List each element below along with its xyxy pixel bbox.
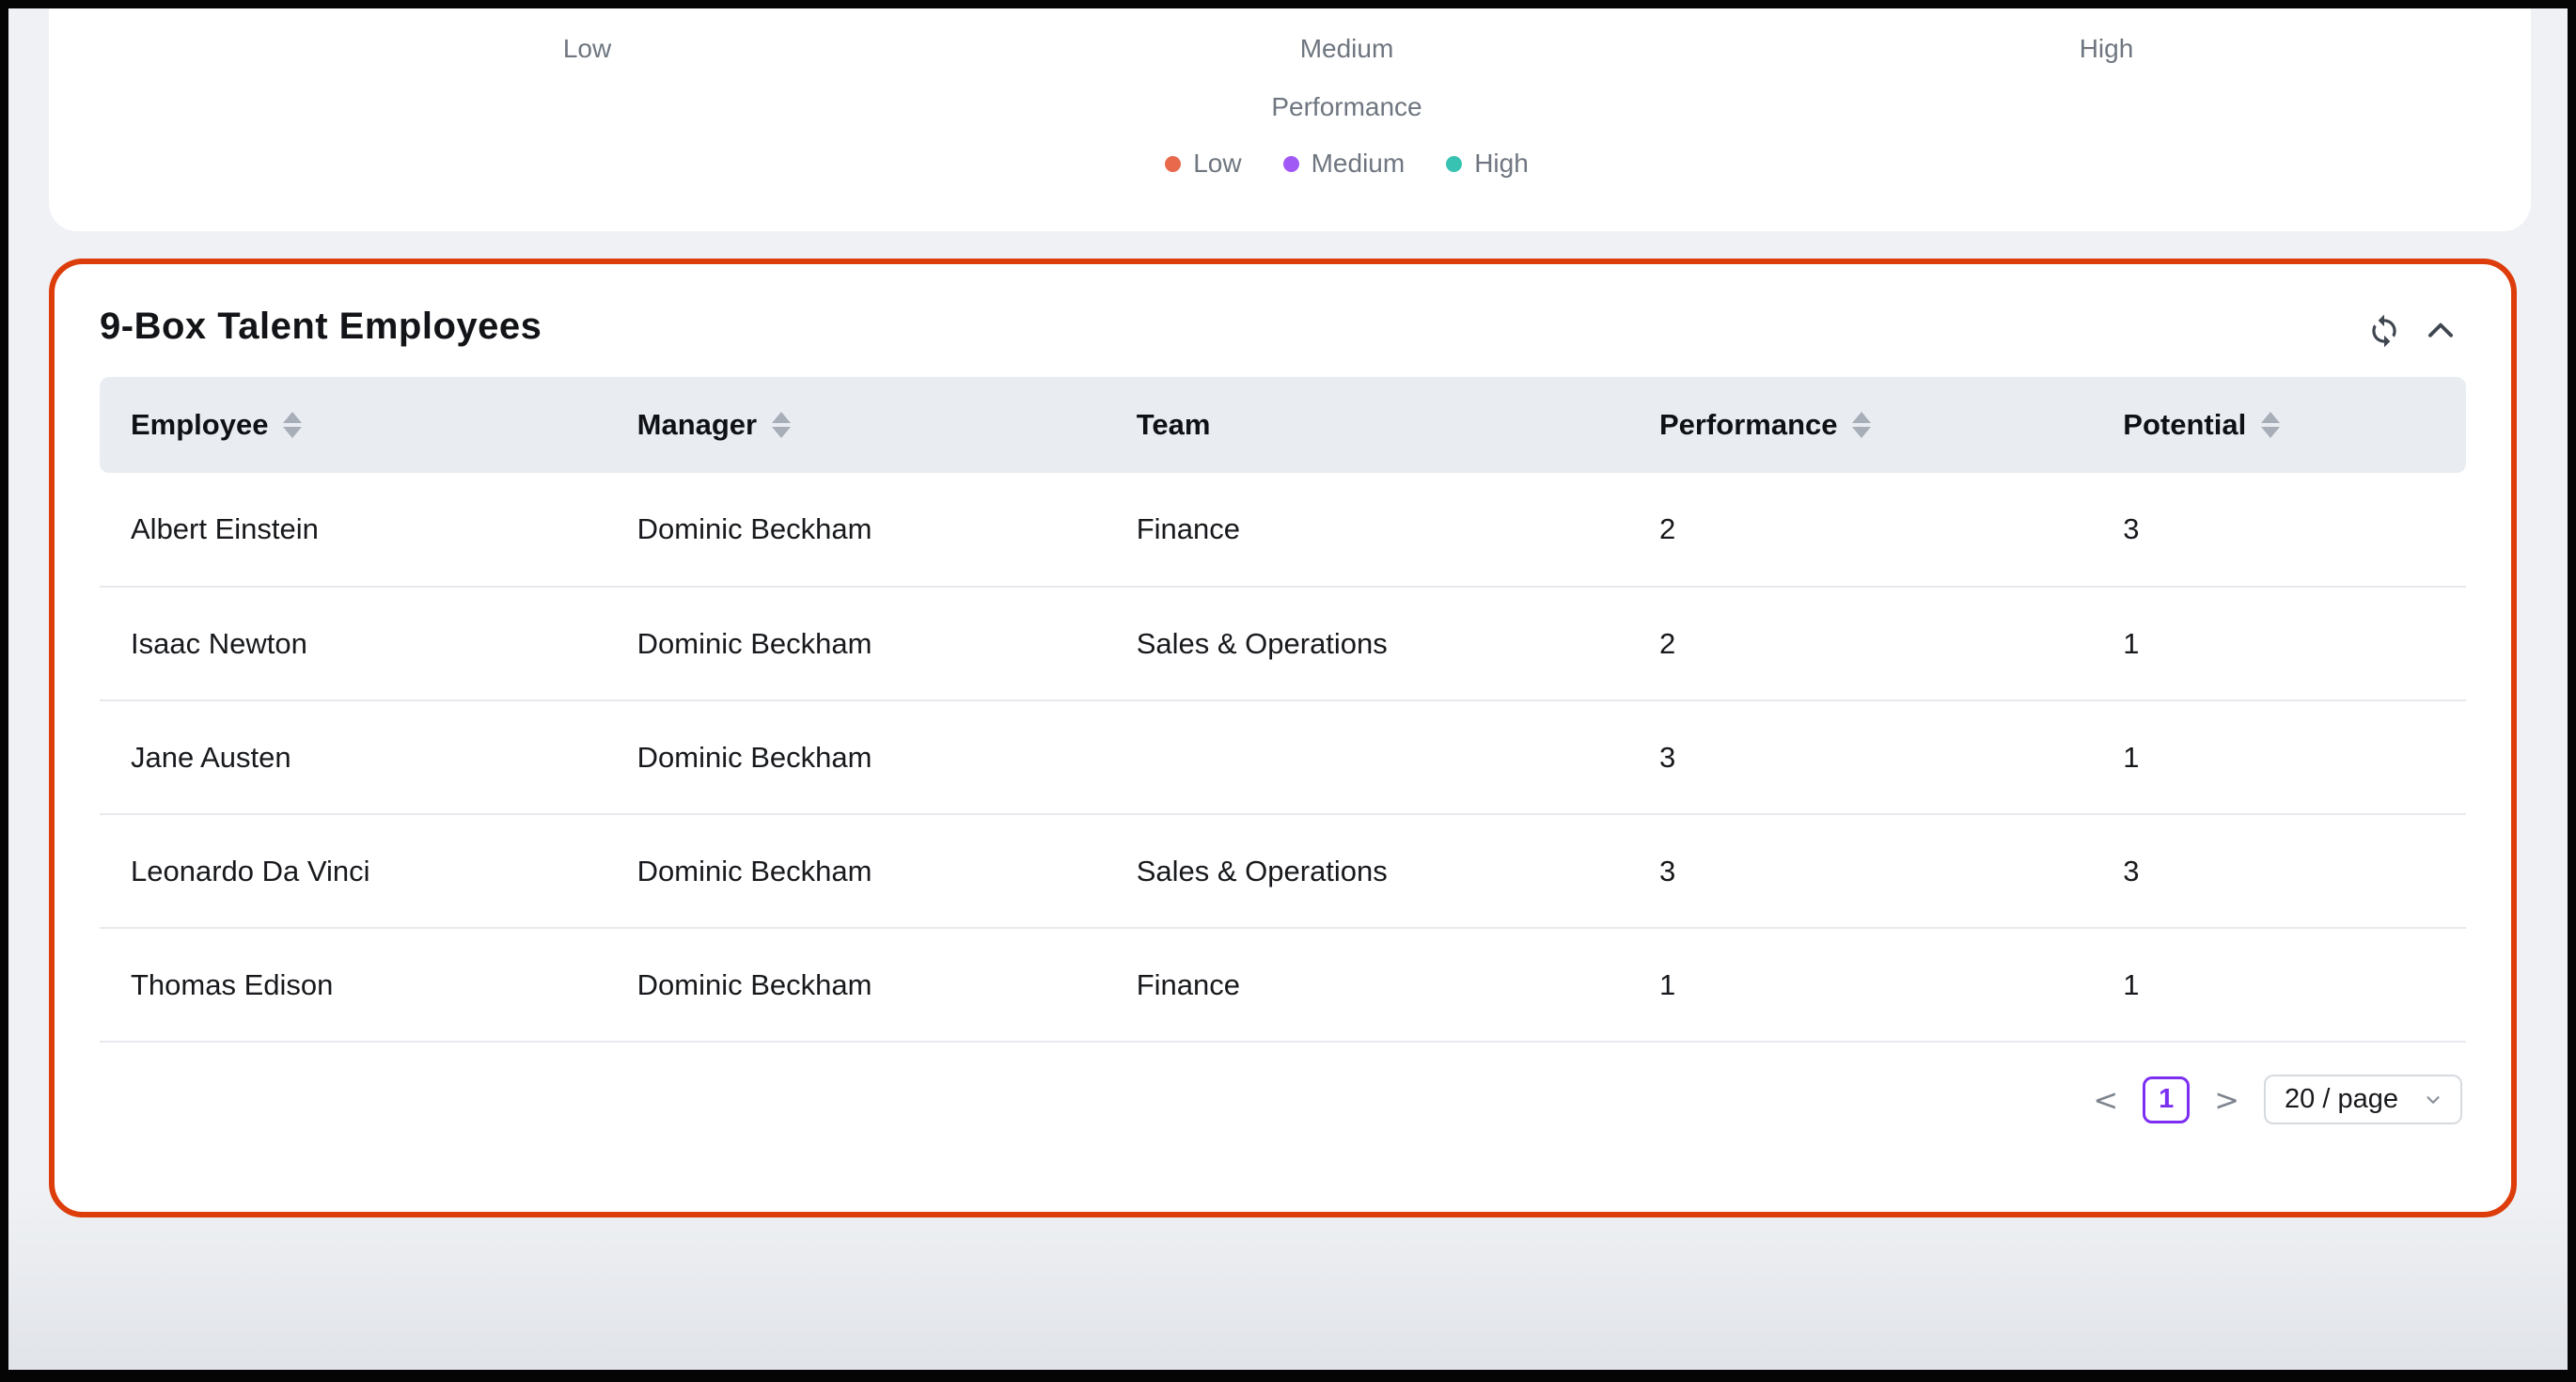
table-row: Thomas Edison Dominic Beckham Finance 1 … bbox=[100, 928, 2466, 1042]
column-label-employee: Employee bbox=[131, 408, 268, 442]
sort-icon[interactable] bbox=[283, 412, 302, 438]
legend-label-high: High bbox=[1474, 149, 1529, 179]
column-label-performance: Performance bbox=[1659, 408, 1838, 442]
column-header-potential[interactable]: Potential bbox=[2092, 377, 2466, 473]
pagination: < 1 > 20 / page bbox=[100, 1075, 2466, 1124]
table-row: Leonardo Da Vinci Dominic Beckham Sales … bbox=[100, 814, 2466, 928]
cell-potential: 1 bbox=[2092, 587, 2466, 700]
card-actions bbox=[2366, 313, 2458, 349]
collapse-button[interactable] bbox=[2423, 313, 2458, 349]
legend-dot-high-icon bbox=[1446, 156, 1462, 172]
cell-manager: Dominic Beckham bbox=[606, 587, 1106, 700]
cell-employee: Thomas Edison bbox=[100, 928, 606, 1042]
caret-down-icon bbox=[2261, 427, 2280, 438]
legend-label-low: Low bbox=[1193, 149, 1241, 179]
column-header-team[interactable]: Team bbox=[1106, 377, 1628, 473]
cell-team: Sales & Operations bbox=[1106, 814, 1628, 928]
chevron-down-icon bbox=[2423, 1090, 2443, 1110]
column-label-team: Team bbox=[1137, 408, 1211, 442]
legend-item-low[interactable]: Low bbox=[1165, 149, 1241, 179]
caret-down-icon bbox=[772, 427, 791, 438]
sort-icon[interactable] bbox=[2261, 412, 2280, 438]
prev-page-button[interactable]: < bbox=[2087, 1081, 2124, 1119]
table-row: Isaac Newton Dominic Beckham Sales & Ope… bbox=[100, 587, 2466, 700]
caret-down-icon bbox=[1852, 427, 1871, 438]
page-size-select[interactable]: 20 / page bbox=[2264, 1075, 2462, 1124]
chevron-up-icon bbox=[2423, 313, 2458, 349]
column-header-performance[interactable]: Performance bbox=[1628, 377, 2092, 473]
cell-performance: 2 bbox=[1628, 587, 2092, 700]
caret-up-icon bbox=[772, 412, 791, 423]
x-axis-title: Performance bbox=[214, 92, 2479, 122]
next-page-button[interactable]: > bbox=[2208, 1081, 2245, 1119]
caret-up-icon bbox=[283, 412, 302, 423]
cell-team: Finance bbox=[1106, 473, 1628, 587]
sort-icon[interactable] bbox=[772, 412, 791, 438]
table-row: Jane Austen Dominic Beckham 3 1 bbox=[100, 700, 2466, 814]
chart-card: Low Medium High Performance Low Medium H… bbox=[49, 0, 2531, 231]
cell-employee: Isaac Newton bbox=[100, 587, 606, 700]
cell-team bbox=[1106, 700, 1628, 814]
chart-legend: Low Medium High bbox=[214, 149, 2479, 179]
talent-employees-card: 9-Box Talent Employees Employee bbox=[49, 259, 2517, 1217]
axis-label-medium: Medium bbox=[974, 34, 1720, 64]
legend-dot-low-icon bbox=[1165, 156, 1181, 172]
cell-manager: Dominic Beckham bbox=[606, 700, 1106, 814]
axis-line-high bbox=[1734, 1, 2479, 8]
cell-potential: 1 bbox=[2092, 928, 2466, 1042]
cell-manager: Dominic Beckham bbox=[606, 928, 1106, 1042]
cell-employee: Leonardo Da Vinci bbox=[100, 814, 606, 928]
employees-table: Employee Manager Team Performance Potent… bbox=[100, 377, 2466, 1043]
card-title: 9-Box Talent Employees bbox=[100, 306, 542, 348]
cell-potential: 1 bbox=[2092, 700, 2466, 814]
table-header: Employee Manager Team Performance Potent… bbox=[100, 377, 2466, 473]
cell-team: Sales & Operations bbox=[1106, 587, 1628, 700]
sort-icon[interactable] bbox=[1852, 412, 1871, 438]
page-number-button[interactable]: 1 bbox=[2143, 1076, 2190, 1123]
cell-employee: Albert Einstein bbox=[100, 473, 606, 587]
axis-label-high: High bbox=[1734, 34, 2479, 64]
cell-potential: 3 bbox=[2092, 814, 2466, 928]
cell-manager: Dominic Beckham bbox=[606, 473, 1106, 587]
cell-performance: 2 bbox=[1628, 473, 2092, 587]
page-size-value: 20 / page bbox=[2285, 1084, 2398, 1115]
cell-employee: Jane Austen bbox=[100, 700, 606, 814]
legend-item-medium[interactable]: Medium bbox=[1283, 149, 1406, 179]
column-label-manager: Manager bbox=[637, 408, 757, 442]
cell-performance: 3 bbox=[1628, 814, 2092, 928]
cell-team: Finance bbox=[1106, 928, 1628, 1042]
x-axis-segment-lines bbox=[214, 1, 2479, 8]
cell-potential: 3 bbox=[2092, 473, 2466, 587]
table-row: Albert Einstein Dominic Beckham Finance … bbox=[100, 473, 2466, 587]
refresh-button[interactable] bbox=[2366, 313, 2402, 349]
legend-label-medium: Medium bbox=[1312, 149, 1406, 179]
card-header: 9-Box Talent Employees bbox=[100, 306, 2466, 349]
column-header-employee[interactable]: Employee bbox=[100, 377, 606, 473]
x-axis-category-labels: Low Medium High bbox=[214, 34, 2479, 64]
axis-line-medium bbox=[974, 1, 1720, 8]
caret-down-icon bbox=[283, 427, 302, 438]
caret-up-icon bbox=[1852, 412, 1871, 423]
column-label-potential: Potential bbox=[2123, 408, 2246, 442]
legend-item-high[interactable]: High bbox=[1446, 149, 1529, 179]
column-header-manager[interactable]: Manager bbox=[606, 377, 1106, 473]
caret-up-icon bbox=[2261, 412, 2280, 423]
cell-performance: 3 bbox=[1628, 700, 2092, 814]
cell-performance: 1 bbox=[1628, 928, 2092, 1042]
cell-manager: Dominic Beckham bbox=[606, 814, 1106, 928]
axis-label-low: Low bbox=[214, 34, 960, 64]
legend-dot-medium-icon bbox=[1283, 156, 1299, 172]
refresh-icon bbox=[2366, 313, 2402, 349]
axis-line-low bbox=[214, 1, 960, 8]
